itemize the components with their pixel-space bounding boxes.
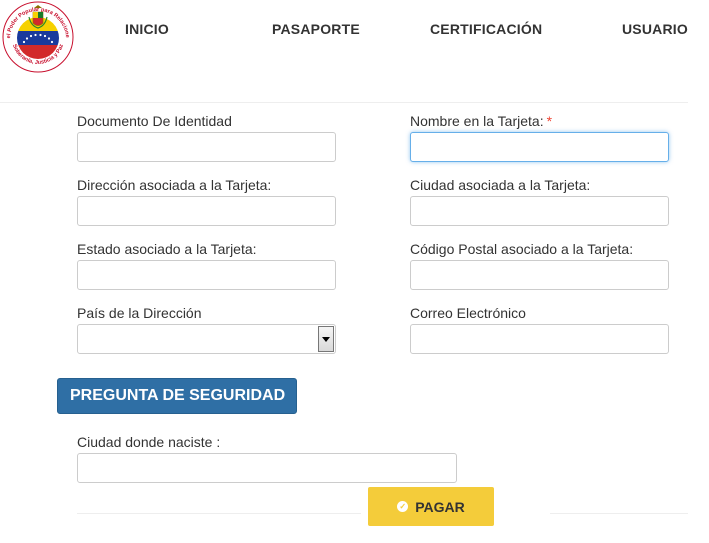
- bottom-divider-left: [77, 513, 361, 514]
- direccion-label: Dirección asociada a la Tarjeta:: [77, 177, 272, 193]
- documento-input[interactable]: [77, 132, 336, 162]
- documento-label: Documento De Identidad: [77, 113, 232, 129]
- pay-button-label: PAGAR: [415, 498, 465, 515]
- security-answer-input[interactable]: [77, 453, 457, 483]
- security-question-button[interactable]: PREGUNTA DE SEGURIDAD: [57, 378, 297, 414]
- header-divider: [0, 102, 688, 103]
- ciudad-input[interactable]: [410, 196, 669, 226]
- nombre-label: Nombre en la Tarjeta: *: [410, 113, 552, 129]
- bottom-divider-right: [550, 513, 688, 514]
- estado-label: Estado asociado a la Tarjeta:: [77, 241, 257, 257]
- estado-input[interactable]: [77, 260, 336, 290]
- nombre-input[interactable]: [410, 132, 669, 162]
- correo-input[interactable]: [410, 324, 669, 354]
- codigo-postal-label: Código Postal asociado a la Tarjeta:: [410, 241, 634, 257]
- security-question-label: Ciudad donde naciste :: [77, 434, 221, 450]
- direccion-input[interactable]: [77, 196, 336, 226]
- pais-select[interactable]: [77, 324, 336, 354]
- nav-usuario[interactable]: USUARIO: [622, 21, 688, 37]
- nav-certificacion[interactable]: CERTIFICACIÓN: [430, 21, 542, 37]
- nav-inicio[interactable]: INICIO: [125, 21, 169, 37]
- required-mark: *: [546, 113, 553, 129]
- pais-label: País de la Dirección: [77, 305, 202, 321]
- check-icon: ✓: [397, 501, 409, 512]
- ministry-logo[interactable]: Ministerio del Poder Popular para Relaci…: [0, 0, 78, 73]
- ciudad-label: Ciudad asociada a la Tarjeta:: [410, 177, 591, 193]
- pay-button[interactable]: ✓ PAGAR: [368, 487, 494, 526]
- dropdown-arrow-icon[interactable]: [318, 326, 334, 352]
- correo-label: Correo Electrónico: [410, 305, 526, 321]
- nombre-label-text: Nombre en la Tarjeta:: [410, 113, 544, 129]
- nav-pasaporte[interactable]: PASAPORTE: [272, 21, 360, 37]
- codigo-postal-input[interactable]: [410, 260, 669, 290]
